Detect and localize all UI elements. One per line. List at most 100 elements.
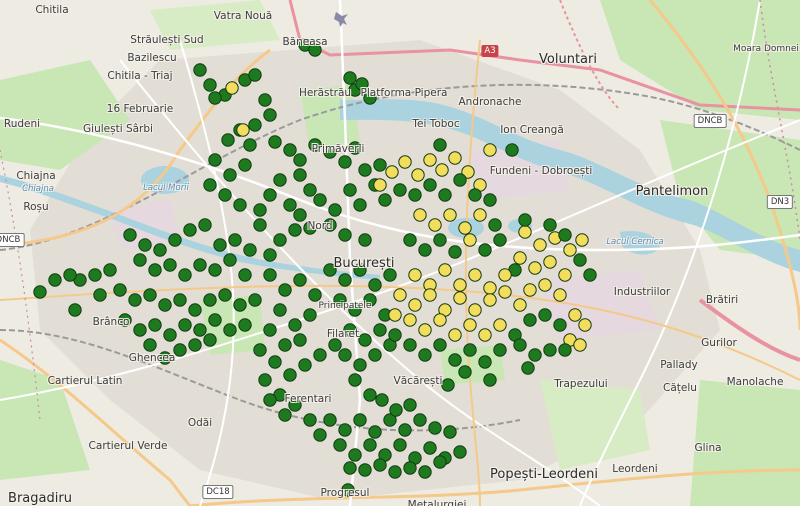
map-point-green[interactable] — [198, 218, 212, 232]
map-point-green[interactable] — [373, 158, 387, 172]
map-point-green[interactable] — [403, 233, 417, 247]
map-point-yellow[interactable] — [573, 338, 587, 352]
map-point-green[interactable] — [128, 293, 142, 307]
map-point-green[interactable] — [448, 245, 462, 259]
map-point-green[interactable] — [408, 188, 422, 202]
map-point-yellow[interactable] — [411, 168, 425, 182]
map-point-green[interactable] — [363, 388, 377, 402]
map-point-green[interactable] — [253, 218, 267, 232]
map-point-green[interactable] — [273, 233, 287, 247]
map-point-green[interactable] — [505, 143, 519, 157]
map-point-green[interactable] — [263, 248, 277, 262]
map-point-green[interactable] — [433, 338, 447, 352]
map-point-green[interactable] — [378, 193, 392, 207]
map-point-green[interactable] — [293, 333, 307, 347]
map-point-yellow[interactable] — [543, 255, 557, 269]
map-point-yellow[interactable] — [423, 153, 437, 167]
map-point-green[interactable] — [123, 228, 137, 242]
map-point-green[interactable] — [163, 258, 177, 272]
map-point-green[interactable] — [223, 253, 237, 267]
map-point-green[interactable] — [573, 253, 587, 267]
map-point-yellow[interactable] — [448, 328, 462, 342]
map-point-green[interactable] — [293, 168, 307, 182]
map-point-green[interactable] — [178, 318, 192, 332]
map-point-yellow[interactable] — [435, 163, 449, 177]
map-point-green[interactable] — [343, 71, 357, 85]
map-point-green[interactable] — [333, 438, 347, 452]
map-point-green[interactable] — [143, 288, 157, 302]
map-point-green[interactable] — [353, 358, 367, 372]
map-point-green[interactable] — [178, 268, 192, 282]
map-point-yellow[interactable] — [453, 291, 467, 305]
map-point-yellow[interactable] — [538, 278, 552, 292]
map-point-green[interactable] — [368, 348, 382, 362]
map-point-green[interactable] — [403, 338, 417, 352]
map-point-green[interactable] — [368, 425, 382, 439]
map-point-green[interactable] — [398, 423, 412, 437]
map-point-green[interactable] — [238, 268, 252, 282]
map-point-green[interactable] — [328, 203, 342, 217]
map-point-green[interactable] — [203, 178, 217, 192]
map-point-green[interactable] — [313, 193, 327, 207]
map-point-yellow[interactable] — [518, 225, 532, 239]
map-point-green[interactable] — [158, 298, 172, 312]
map-point-green[interactable] — [453, 173, 467, 187]
map-point-yellow[interactable] — [443, 208, 457, 222]
map-point-green[interactable] — [268, 135, 282, 149]
map-point-green[interactable] — [253, 203, 267, 217]
map-point-yellow[interactable] — [483, 293, 497, 307]
map-point-green[interactable] — [238, 318, 252, 332]
map-point-green[interactable] — [183, 223, 197, 237]
map-point-yellow[interactable] — [533, 238, 547, 252]
map-point-yellow[interactable] — [493, 318, 507, 332]
map-point-green[interactable] — [353, 198, 367, 212]
map-point-green[interactable] — [423, 178, 437, 192]
map-point-green[interactable] — [243, 138, 257, 152]
map-point-green[interactable] — [348, 373, 362, 387]
map-point-green[interactable] — [413, 413, 427, 427]
map-point-green[interactable] — [348, 448, 362, 462]
map-point-green[interactable] — [458, 365, 472, 379]
map-point-green[interactable] — [478, 355, 492, 369]
map-point-green[interactable] — [103, 263, 117, 277]
map-point-green[interactable] — [338, 155, 352, 169]
map-point-green[interactable] — [528, 348, 542, 362]
map-point-yellow[interactable] — [398, 155, 412, 169]
map-point-green[interactable] — [353, 413, 367, 427]
map-point-green[interactable] — [423, 441, 437, 455]
map-point-green[interactable] — [521, 361, 535, 375]
map-point-yellow[interactable] — [483, 143, 497, 157]
map-point-green[interactable] — [48, 273, 62, 287]
map-point-green[interactable] — [363, 438, 377, 452]
map-point-green[interactable] — [433, 455, 447, 469]
map-point-green[interactable] — [483, 193, 497, 207]
map-point-green[interactable] — [403, 398, 417, 412]
map-point-green[interactable] — [203, 293, 217, 307]
map-point-green[interactable] — [278, 338, 292, 352]
map-point-green[interactable] — [323, 413, 337, 427]
map-point-yellow[interactable] — [428, 218, 442, 232]
map-point-green[interactable] — [513, 338, 527, 352]
map-point-green[interactable] — [338, 273, 352, 287]
map-point-green[interactable] — [68, 303, 82, 317]
map-point-green[interactable] — [493, 233, 507, 247]
map-point-green[interactable] — [143, 338, 157, 352]
map-point-green[interactable] — [441, 378, 455, 392]
map-point-yellow[interactable] — [438, 263, 452, 277]
map-point-yellow[interactable] — [408, 298, 422, 312]
map-point-green[interactable] — [308, 288, 322, 302]
map-point-green[interactable] — [263, 393, 277, 407]
map-point-green[interactable] — [338, 348, 352, 362]
map-point-yellow[interactable] — [388, 308, 402, 322]
map-point-green[interactable] — [403, 461, 417, 475]
map-point-green[interactable] — [358, 233, 372, 247]
map-point-green[interactable] — [63, 268, 77, 282]
map-point-green[interactable] — [93, 288, 107, 302]
map-point-green[interactable] — [263, 268, 277, 282]
map-point-green[interactable] — [273, 173, 287, 187]
map-point-yellow[interactable] — [385, 165, 399, 179]
map-point-green[interactable] — [283, 143, 297, 157]
map-point-green[interactable] — [303, 183, 317, 197]
map-point-yellow[interactable] — [458, 221, 472, 235]
map-point-green[interactable] — [313, 428, 327, 442]
